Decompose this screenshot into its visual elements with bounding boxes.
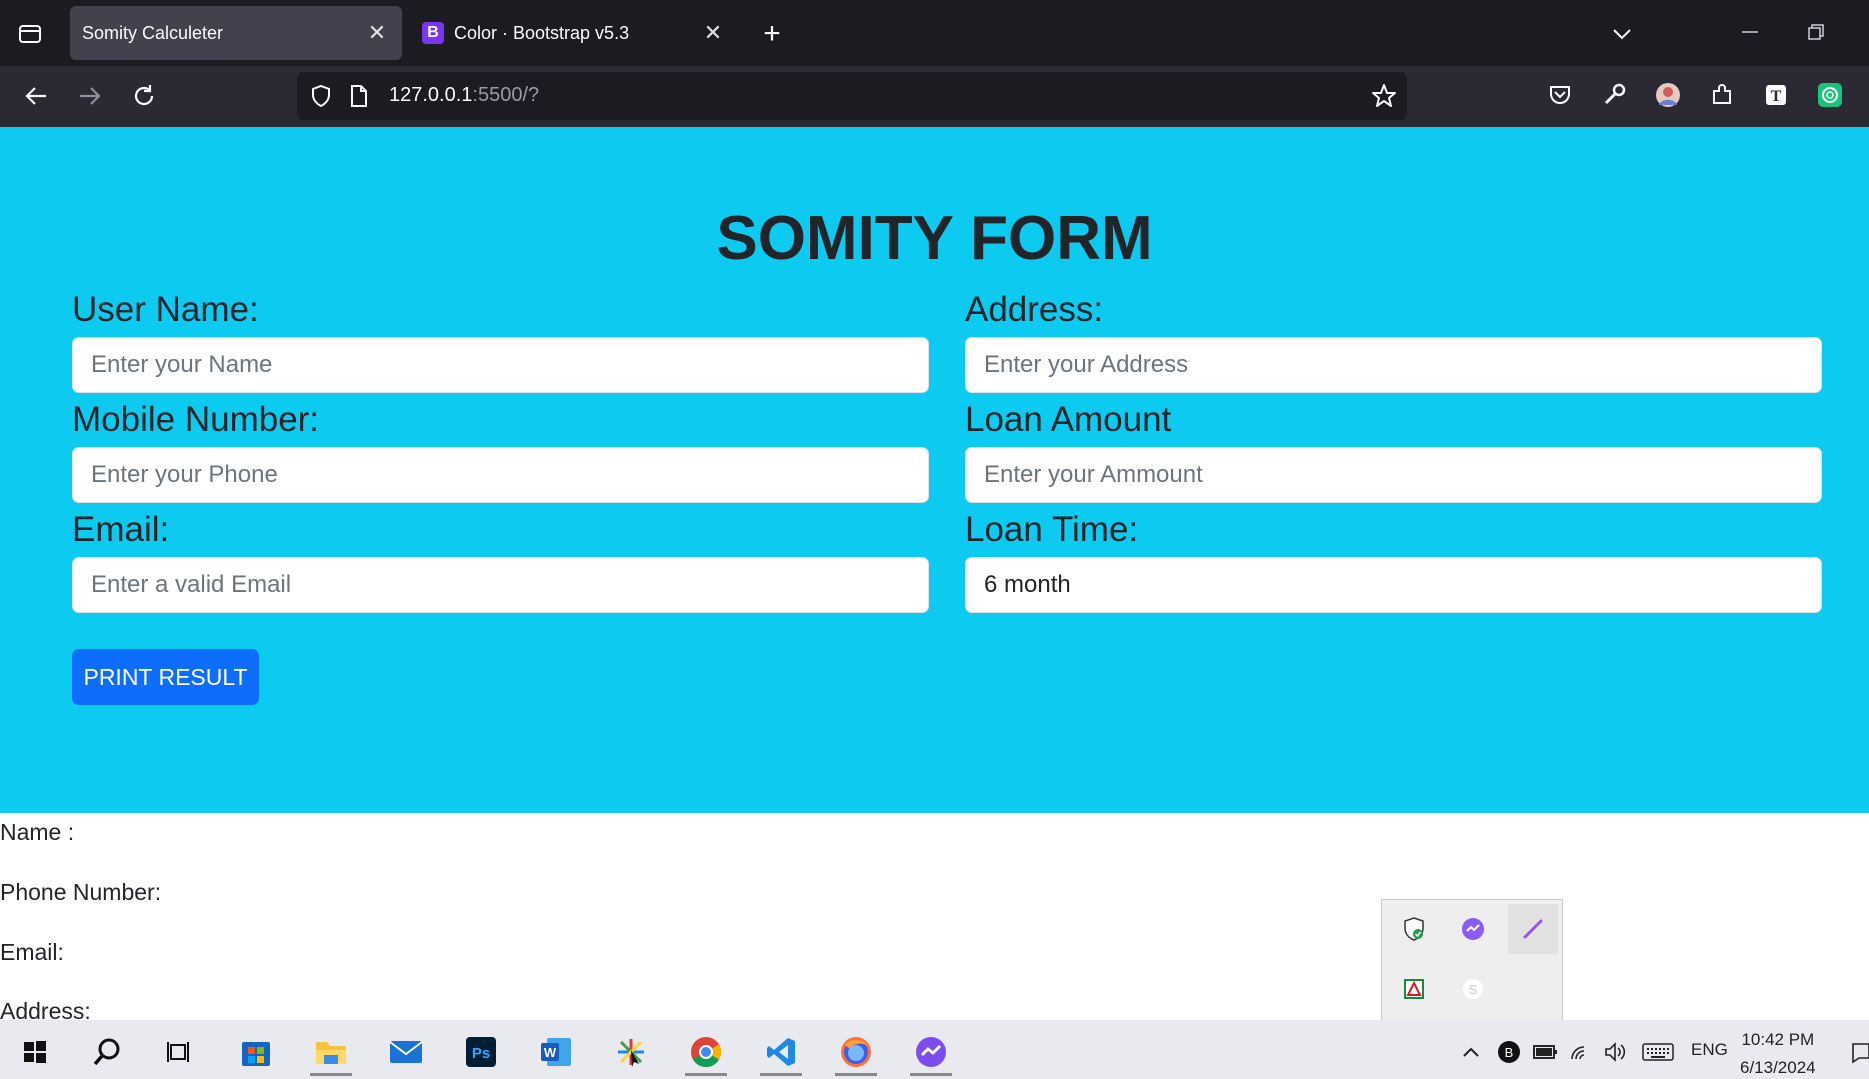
- svg-text:Ps: Ps: [472, 1045, 490, 1062]
- clock-date: 6/13/2024: [1740, 1058, 1816, 1077]
- back-arrow-icon[interactable]: [20, 80, 52, 112]
- taskbar-clock[interactable]: 10:42 PM 6/13/2024: [1740, 1026, 1816, 1079]
- mobile-number-input[interactable]: Enter your Phone: [72, 447, 929, 503]
- bijoy-keyboard-icon[interactable]: B: [1494, 1028, 1524, 1076]
- svg-text:B: B: [1505, 1045, 1514, 1060]
- windows-taskbar: Ps W B ENG 10:42 PM 6/13/2024: [0, 1020, 1869, 1079]
- mobile-number-label: Mobile Number:: [72, 400, 320, 439]
- pen-feather-icon[interactable]: [1508, 904, 1558, 954]
- address-input[interactable]: Enter your Address: [965, 337, 1822, 393]
- loan-time-label: Loan Time:: [965, 510, 1139, 549]
- chatgpt-extension-icon[interactable]: [1816, 81, 1844, 109]
- skype-icon[interactable]: S: [1448, 964, 1498, 1014]
- result-phone: Phone Number:: [0, 879, 162, 905]
- url-text[interactable]: 127.0.0.1:5500/?: [389, 84, 539, 107]
- address-label: Address:: [965, 290, 1104, 329]
- shield-icon[interactable]: [309, 84, 333, 113]
- loan-amount-input[interactable]: Enter your Ammount: [965, 447, 1822, 503]
- windows-security-icon[interactable]: [1389, 904, 1439, 954]
- tab-close-icon[interactable]: ✕: [698, 18, 728, 48]
- bootstrap-favicon-icon: B: [422, 22, 444, 44]
- user-name-label: User Name:: [72, 290, 259, 329]
- chevron-up-icon[interactable]: [1456, 1028, 1486, 1076]
- form-title: SOMITY FORM: [716, 204, 1153, 273]
- battery-icon[interactable]: [1530, 1028, 1560, 1076]
- address-bar[interactable]: 127.0.0.1:5500/?: [297, 72, 1407, 120]
- url-host: 127.0.0.1: [389, 84, 473, 106]
- chevron-down-icon[interactable]: [1606, 18, 1638, 50]
- forward-arrow-icon[interactable]: [74, 80, 106, 112]
- microsoft-store-icon[interactable]: [227, 1028, 285, 1076]
- volume-icon[interactable]: [1600, 1028, 1630, 1076]
- print-result-button[interactable]: PRINT RESULT: [72, 649, 259, 705]
- search-icon[interactable]: [78, 1028, 136, 1076]
- result-email: Email:: [0, 939, 64, 965]
- tray-overflow-popup: S: [1381, 899, 1563, 1021]
- firefox-icon[interactable]: [827, 1028, 885, 1076]
- typewise-extension-icon[interactable]: T: [1762, 81, 1790, 109]
- page-content: SOMITY FORM User Name: Enter your Name A…: [0, 127, 1869, 1020]
- bookmark-star-icon[interactable]: [1371, 83, 1397, 114]
- messenger-taskbar-icon[interactable]: [902, 1028, 960, 1076]
- extensions-puzzle-icon[interactable]: [1708, 81, 1736, 109]
- pocket-icon[interactable]: [1546, 81, 1574, 109]
- pdf-reader-icon[interactable]: [1389, 964, 1439, 1014]
- reload-icon[interactable]: [128, 80, 160, 112]
- wifi-icon[interactable]: [1566, 1028, 1596, 1076]
- tab-somity-calculeter[interactable]: Somity Calculeter ✕: [70, 6, 402, 60]
- restore-window-icon[interactable]: [1806, 20, 1826, 44]
- result-name: Name :: [0, 819, 75, 845]
- url-path: :5500/?: [472, 84, 540, 106]
- somity-form-section: SOMITY FORM User Name: Enter your Name A…: [0, 127, 1869, 813]
- browser-tab-bar: Somity Calculeter ✕ B Color · Bootstrap …: [0, 0, 1869, 66]
- result-address: Address:: [0, 998, 91, 1020]
- user-name-input[interactable]: Enter your Name: [72, 337, 929, 393]
- svg-text:S: S: [1469, 982, 1478, 997]
- tab-title: Somity Calculeter: [82, 22, 224, 43]
- svg-text:W: W: [544, 1045, 557, 1060]
- tab-list-icon[interactable]: [14, 18, 46, 50]
- photoshop-icon[interactable]: Ps: [452, 1028, 510, 1076]
- messenger-icon[interactable]: [1448, 904, 1498, 954]
- task-view-icon[interactable]: [150, 1028, 208, 1076]
- mail-icon[interactable]: [377, 1028, 435, 1076]
- svg-text:T: T: [1771, 88, 1782, 105]
- email-input[interactable]: Enter a valid Email: [72, 557, 929, 613]
- tab-bootstrap-color[interactable]: B Color · Bootstrap v5.3 ✕: [408, 6, 738, 60]
- loan-amount-label: Loan Amount: [965, 400, 1172, 439]
- loan-time-select[interactable]: 6 month: [965, 557, 1822, 613]
- vscode-icon[interactable]: [752, 1028, 810, 1076]
- profile-avatar-icon[interactable]: [1654, 81, 1682, 109]
- chrome-icon[interactable]: [677, 1028, 735, 1076]
- input-language-indicator[interactable]: ENG: [1691, 1040, 1728, 1060]
- file-explorer-icon[interactable]: [302, 1028, 360, 1076]
- word-icon[interactable]: W: [527, 1028, 585, 1076]
- touch-keyboard-icon[interactable]: [1640, 1028, 1676, 1076]
- new-tab-plus-icon[interactable]: +: [756, 17, 788, 50]
- browser-nav-bar: 127.0.0.1:5500/? T: [0, 66, 1869, 127]
- wrench-icon[interactable]: [1600, 81, 1628, 109]
- page-icon: [349, 84, 369, 113]
- tab-title: Color · Bootstrap v5.3: [454, 22, 630, 43]
- notification-center-icon[interactable]: [1848, 1028, 1869, 1076]
- windows-start-icon[interactable]: [6, 1028, 64, 1076]
- clock-time: 10:42 PM: [1741, 1030, 1815, 1049]
- email-label: Email:: [72, 510, 170, 549]
- snipping-tool-icon[interactable]: [602, 1028, 660, 1076]
- tab-close-icon[interactable]: ✕: [362, 18, 392, 48]
- minimize-window-icon[interactable]: [1740, 20, 1760, 44]
